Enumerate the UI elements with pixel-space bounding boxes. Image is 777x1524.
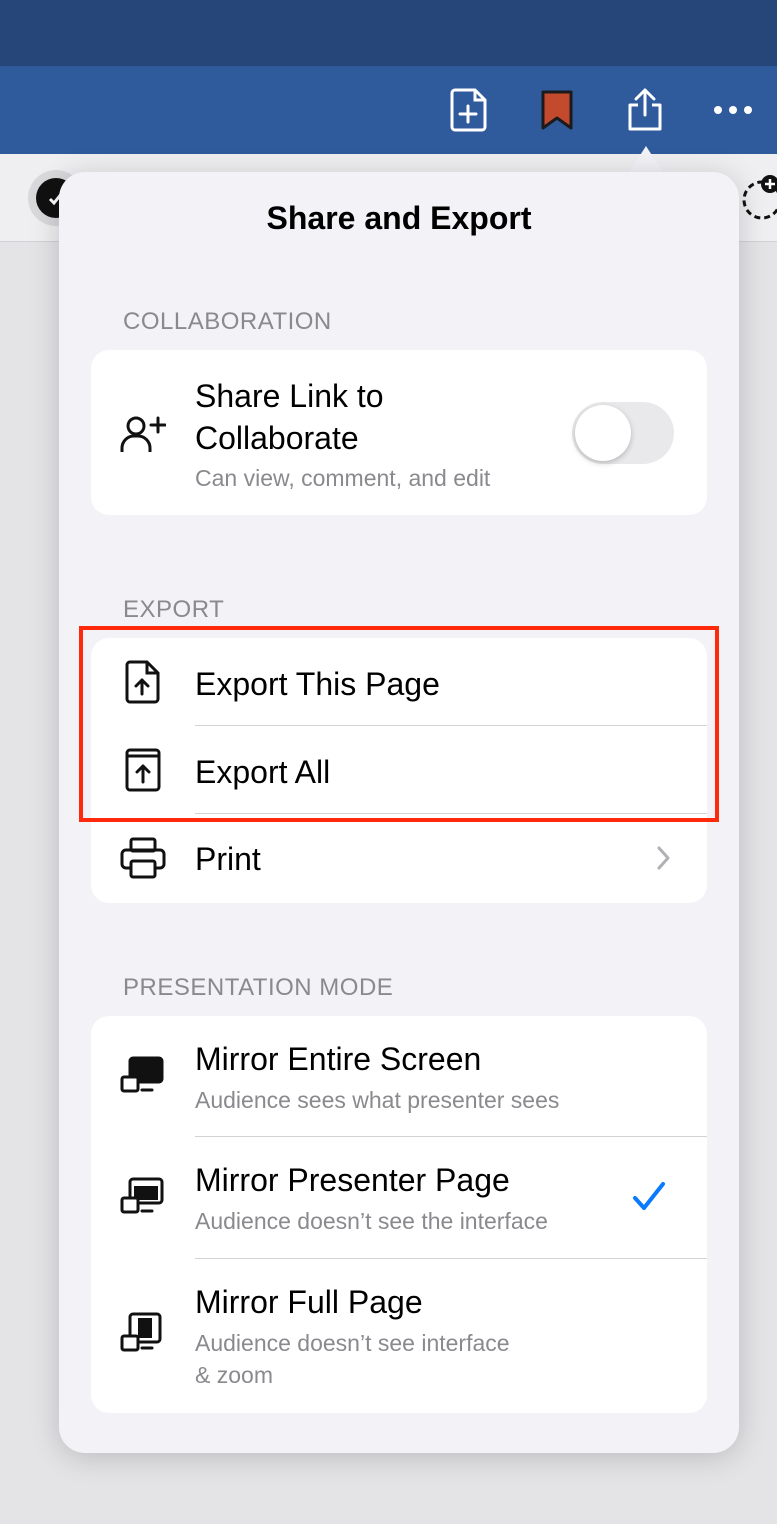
toggle-knob [575,405,631,461]
mirror-presenter-page-title: Mirror Presenter Page [195,1162,510,1198]
mirror-presenter-icon [119,1173,167,1221]
export-header: EXPORT [123,596,225,623]
checkmark-icon [629,1177,669,1217]
share-link-toggle[interactable] [572,402,674,464]
presentation-card: Mirror Entire Screen Audience sees what … [91,1016,707,1413]
export-page-icon [119,658,167,706]
share-export-popover: Share and Export COLLABORATION Share Lin… [59,172,739,1453]
bookmark-icon[interactable] [533,86,581,134]
popover-arrow [628,146,664,174]
export-all-row[interactable]: Export All [91,726,707,814]
share-link-subtitle: Can view, comment, and edit [195,465,491,491]
export-this-page-row[interactable]: Export This Page [91,638,707,726]
mirror-full-page-subtitle-line1: Audience doesn’t see interface [195,1330,510,1356]
collaboration-header: COLLABORATION [123,308,332,335]
status-bar [0,0,777,66]
lasso-tool-icon[interactable] [740,172,777,222]
mirror-full-page-icon [119,1309,167,1357]
mirror-entire-screen-row[interactable]: Mirror Entire Screen Audience sees what … [91,1016,707,1137]
mirror-presenter-page-row[interactable]: Mirror Presenter Page Audience doesn’t s… [91,1137,707,1259]
add-person-icon [119,410,167,458]
mirror-full-page-subtitle-line2: & zoom [195,1362,273,1388]
more-icon[interactable] [709,86,757,134]
mirror-screen-icon [119,1052,167,1100]
share-link-row: Share Link to Collaborate Can view, comm… [91,350,707,515]
mirror-entire-screen-title: Mirror Entire Screen [195,1041,482,1077]
share-link-title-line1: Share Link to [195,378,384,414]
export-this-page-label: Export This Page [195,666,440,702]
mirror-full-page-row[interactable]: Mirror Full Page Audience doesn’t see in… [91,1259,707,1413]
app-toolbar [0,0,777,154]
chevron-right-icon [651,844,675,872]
collaboration-card: Share Link to Collaborate Can view, comm… [91,350,707,515]
share-link-title-line2: Collaborate [195,420,359,456]
printer-icon [119,834,167,882]
export-all-icon [119,746,167,794]
print-label: Print [195,841,261,877]
export-card: Export This Page Export All Print [91,638,707,903]
mirror-full-page-title: Mirror Full Page [195,1284,423,1320]
add-page-icon[interactable] [445,86,493,134]
share-icon[interactable] [621,86,669,134]
print-row[interactable]: Print [91,814,707,903]
presentation-mode-header: PRESENTATION MODE [123,974,394,1001]
mirror-entire-screen-subtitle: Audience sees what presenter sees [195,1087,560,1113]
export-all-label: Export All [195,754,331,790]
mirror-presenter-page-subtitle: Audience doesn’t see the interface [195,1208,548,1234]
popover-title: Share and Export [266,200,532,236]
